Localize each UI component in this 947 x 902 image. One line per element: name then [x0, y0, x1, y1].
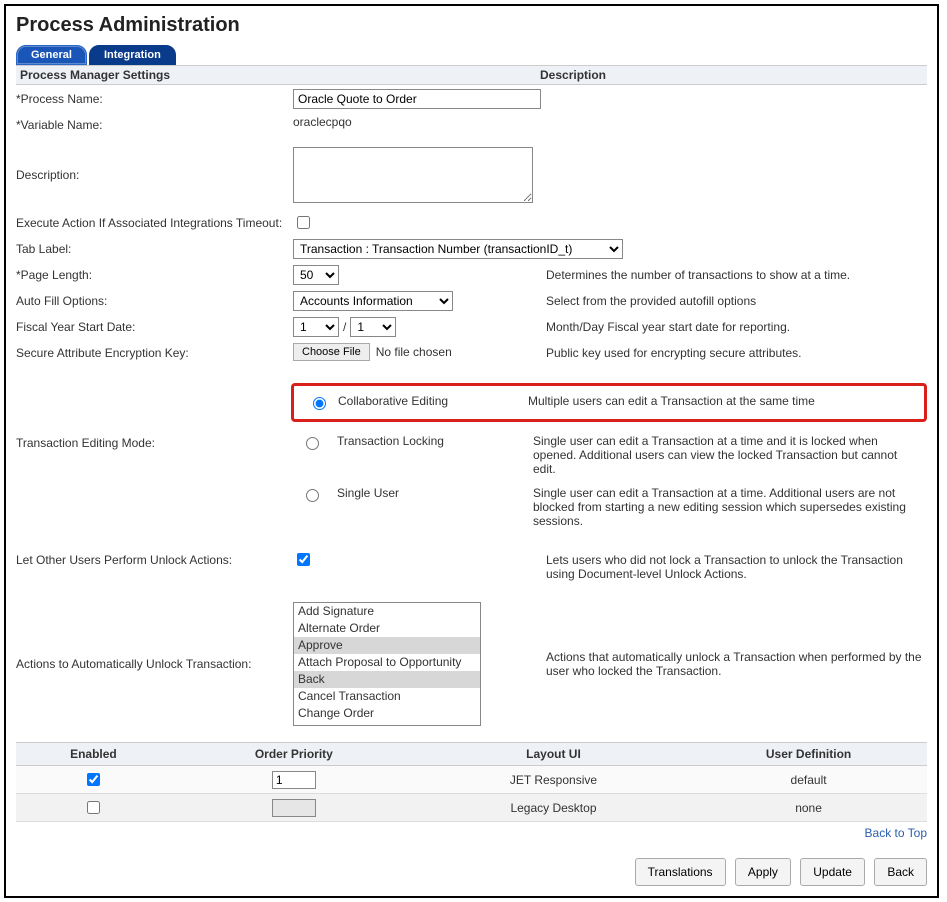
- edit-mode-collab-row: Collaborative Editing Multiple users can…: [298, 392, 920, 413]
- label-tab-label: Tab Label:: [16, 239, 291, 259]
- row-auto-fill: Auto Fill Options: Accounts Information …: [16, 291, 927, 313]
- section-description-label: Description: [536, 66, 927, 84]
- desc-let-others-unlock: Lets users who did not lock a Transactio…: [536, 550, 927, 584]
- page: Process Administration General Integrati…: [4, 4, 939, 898]
- edit-mode-locking-desc: Single user can edit a Transaction at a …: [523, 432, 927, 478]
- desc-page-length: Determines the number of transactions to…: [536, 265, 927, 285]
- edit-mode-single-label: Single User: [337, 484, 517, 500]
- row-execute-timeout: Execute Action If Associated Integration…: [16, 213, 927, 235]
- unlock-action-option[interactable]: Alternate Order: [294, 620, 480, 637]
- edit-mode-collab-desc: Multiple users can edit a Transaction at…: [518, 392, 920, 410]
- user-def-cell: none: [690, 794, 927, 822]
- row-fiscal-year: Fiscal Year Start Date: 1 / 1 Month/Day …: [16, 317, 927, 339]
- edit-mode-single-desc: Single user can edit a Transaction at a …: [523, 484, 927, 530]
- tab-label-select[interactable]: Transaction : Transaction Number (transa…: [293, 239, 623, 259]
- unlock-action-option[interactable]: Approve: [294, 637, 480, 654]
- row-let-others-unlock: Let Other Users Perform Unlock Actions: …: [16, 550, 927, 584]
- page-length-select[interactable]: 50: [293, 265, 339, 285]
- section-settings-label: Process Manager Settings: [16, 66, 536, 84]
- layout-ui-cell: JET Responsive: [417, 766, 690, 794]
- unlock-action-option[interactable]: Back: [294, 671, 480, 688]
- row-description: Description:: [16, 141, 927, 209]
- unlock-action-option[interactable]: Add Signature: [294, 603, 480, 620]
- th-order-priority: Order Priority: [171, 743, 417, 766]
- row-encryption-key: Secure Attribute Encryption Key: Choose …: [16, 343, 927, 365]
- table-row: Legacy Desktopnone: [16, 794, 927, 822]
- unlock-action-option[interactable]: Change Order: [294, 705, 480, 722]
- description-field[interactable]: [293, 147, 533, 203]
- update-button[interactable]: Update: [800, 858, 865, 886]
- file-hint: No file chosen: [376, 345, 452, 359]
- row-variable-name: *Variable Name: oraclecpqo: [16, 115, 927, 137]
- th-user-def: User Definition: [690, 743, 927, 766]
- choose-file-button[interactable]: Choose File: [293, 343, 370, 361]
- desc-auto-fill: Select from the provided autofill option…: [536, 291, 927, 311]
- variable-name-value: oraclecpqo: [291, 115, 536, 129]
- tab-general[interactable]: General: [16, 45, 87, 65]
- edit-mode-collab-label: Collaborative Editing: [338, 392, 518, 408]
- page-title: Process Administration: [16, 14, 927, 37]
- desc-encryption-key: Public key used for encrypting secure at…: [536, 343, 927, 363]
- button-bar: Translations Apply Update Back: [16, 858, 927, 886]
- execute-timeout-checkbox[interactable]: [297, 216, 310, 229]
- label-editing-mode-spacer: [16, 369, 291, 426]
- auto-fill-select[interactable]: Accounts Information: [293, 291, 453, 311]
- label-variable-name: *Variable Name:: [16, 115, 291, 135]
- layout-ui-cell: Legacy Desktop: [417, 794, 690, 822]
- tabs: General Integration: [16, 45, 927, 65]
- table-row: JET Responsivedefault: [16, 766, 927, 794]
- edit-mode-single-row: Single User Single user can edit a Trans…: [291, 484, 927, 530]
- th-enabled: Enabled: [16, 743, 171, 766]
- translations-button[interactable]: Translations: [635, 858, 726, 886]
- fiscal-day-select[interactable]: 1: [350, 317, 396, 337]
- label-encryption-key: Secure Attribute Encryption Key:: [16, 343, 291, 363]
- row-process-name: *Process Name:: [16, 89, 927, 111]
- highlight-collab: Collaborative Editing Multiple users can…: [291, 383, 927, 422]
- label-process-name: *Process Name:: [16, 89, 291, 109]
- edit-mode-locking-row: Transaction Locking Single user can edit…: [291, 432, 927, 478]
- section-header: Process Manager Settings Description: [16, 65, 927, 85]
- edit-mode-single-radio[interactable]: [306, 489, 319, 502]
- user-def-cell: default: [690, 766, 927, 794]
- unlock-action-option[interactable]: Attach Proposal to Opportunity: [294, 654, 480, 671]
- label-auto-unlock-actions: Actions to Automatically Unlock Transact…: [16, 654, 291, 674]
- order-priority-input[interactable]: [272, 771, 316, 789]
- label-editing-mode: Transaction Editing Mode:: [16, 426, 291, 536]
- fiscal-separator: /: [339, 320, 350, 334]
- row-tab-label: Tab Label: Transaction : Transaction Num…: [16, 239, 927, 261]
- back-to-top-wrap: Back to Top: [16, 826, 927, 840]
- apply-button[interactable]: Apply: [735, 858, 791, 886]
- enabled-checkbox[interactable]: [87, 801, 100, 814]
- desc-auto-unlock-actions: Actions that automatically unlock a Tran…: [536, 647, 927, 681]
- back-button[interactable]: Back: [874, 858, 927, 886]
- edit-mode-locking-radio[interactable]: [306, 437, 319, 450]
- label-auto-fill: Auto Fill Options:: [16, 291, 291, 311]
- label-description: Description:: [16, 165, 291, 185]
- label-execute-timeout: Execute Action If Associated Integration…: [16, 213, 291, 233]
- process-name-field[interactable]: [293, 89, 541, 109]
- unlock-action-option[interactable]: Create Order: [294, 722, 480, 726]
- auto-unlock-listbox[interactable]: Add SignatureAlternate OrderApproveAttac…: [293, 602, 481, 726]
- let-others-unlock-checkbox[interactable]: [297, 553, 310, 566]
- edit-mode-locking-label: Transaction Locking: [337, 432, 517, 448]
- label-fiscal-year: Fiscal Year Start Date:: [16, 317, 291, 337]
- layout-table: Enabled Order Priority Layout UI User De…: [16, 742, 927, 822]
- label-page-length: *Page Length:: [16, 265, 291, 285]
- row-auto-unlock-actions: Actions to Automatically Unlock Transact…: [16, 602, 927, 726]
- th-layout-ui: Layout UI: [417, 743, 690, 766]
- desc-fiscal-year: Month/Day Fiscal year start date for rep…: [536, 317, 927, 337]
- unlock-action-option[interactable]: Cancel Transaction: [294, 688, 480, 705]
- order-priority-input[interactable]: [272, 799, 316, 817]
- fiscal-month-select[interactable]: 1: [293, 317, 339, 337]
- tab-integration[interactable]: Integration: [89, 45, 176, 65]
- enabled-checkbox[interactable]: [87, 773, 100, 786]
- back-to-top-link[interactable]: Back to Top: [865, 826, 927, 840]
- label-let-others-unlock: Let Other Users Perform Unlock Actions:: [16, 550, 291, 570]
- edit-mode-collab-radio[interactable]: [313, 397, 326, 410]
- row-page-length: *Page Length: 50 Determines the number o…: [16, 265, 927, 287]
